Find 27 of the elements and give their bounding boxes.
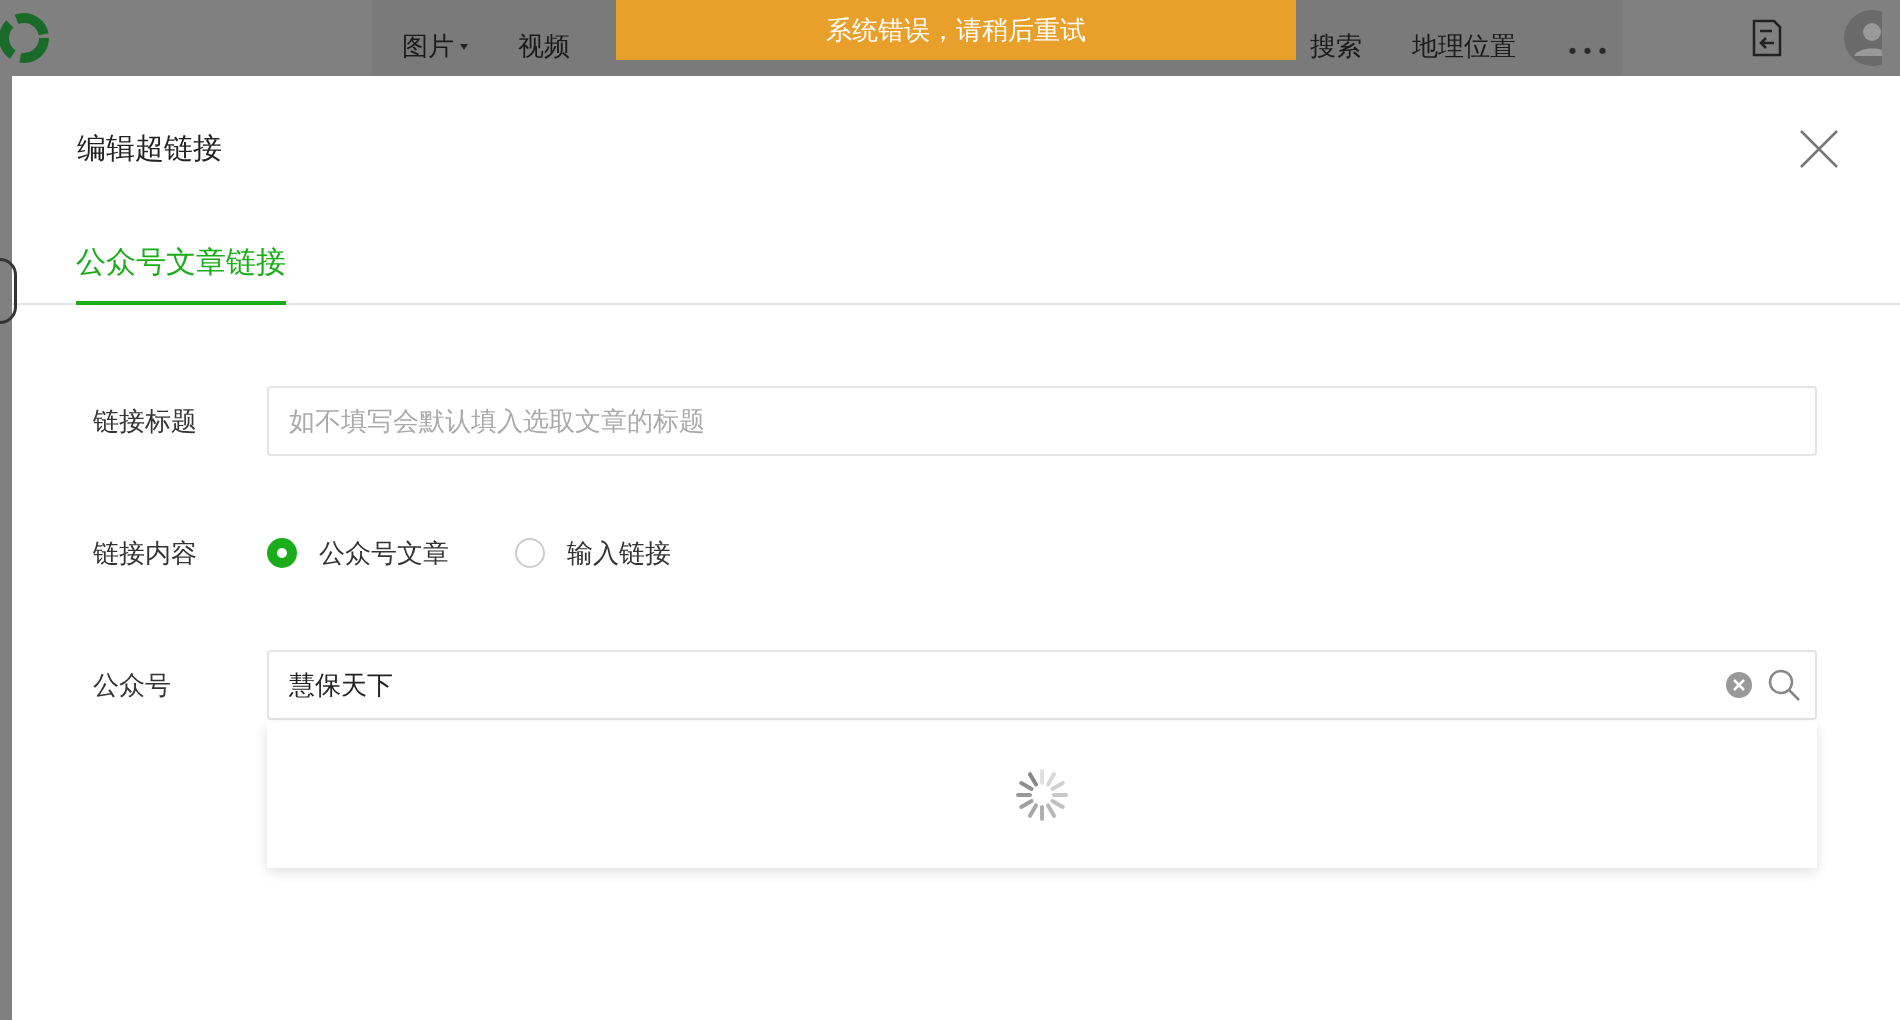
radio-option[interactable]: 输入链接	[515, 535, 671, 571]
field-label: 链接内容	[93, 536, 198, 570]
toolbar-item[interactable]: 图片	[402, 29, 468, 64]
radio-label: 公众号文章	[319, 536, 449, 570]
radio-option[interactable]: 公众号文章	[267, 535, 449, 571]
radio-label: 输入链接	[567, 536, 671, 570]
field-label: 链接标题	[93, 404, 198, 438]
clear-icon[interactable]	[1725, 671, 1753, 699]
loading-spinner-icon	[1016, 769, 1068, 821]
caret-icon	[460, 43, 468, 50]
dialog-title: 编辑超链接	[77, 130, 222, 167]
radio-icon[interactable]	[267, 538, 297, 568]
error-toast: 系统错误，请稍后重试	[616, 0, 1296, 60]
logo-icon	[0, 10, 52, 66]
field-label: 公众号	[93, 668, 172, 702]
toolbar-item[interactable]: 地理位置	[1412, 29, 1516, 64]
search-icon[interactable]	[1767, 668, 1801, 702]
radio-icon[interactable]	[515, 538, 545, 568]
link-title-field[interactable]: 如不填写会默认填入选取文章的标题	[267, 386, 1817, 456]
toolbar-item[interactable]: 视频	[518, 29, 570, 64]
more-item[interactable]: •••	[1566, 39, 1611, 64]
close-button[interactable]	[1798, 128, 1840, 170]
sidebar-handle-icon[interactable]	[0, 258, 17, 324]
avatar-icon[interactable]	[1842, 10, 1882, 66]
tab[interactable]: 公众号文章链接	[76, 242, 286, 305]
account-search-field[interactable]: 慧保天下	[267, 650, 1817, 720]
toolbar-item[interactable]: 搜索	[1310, 29, 1362, 64]
